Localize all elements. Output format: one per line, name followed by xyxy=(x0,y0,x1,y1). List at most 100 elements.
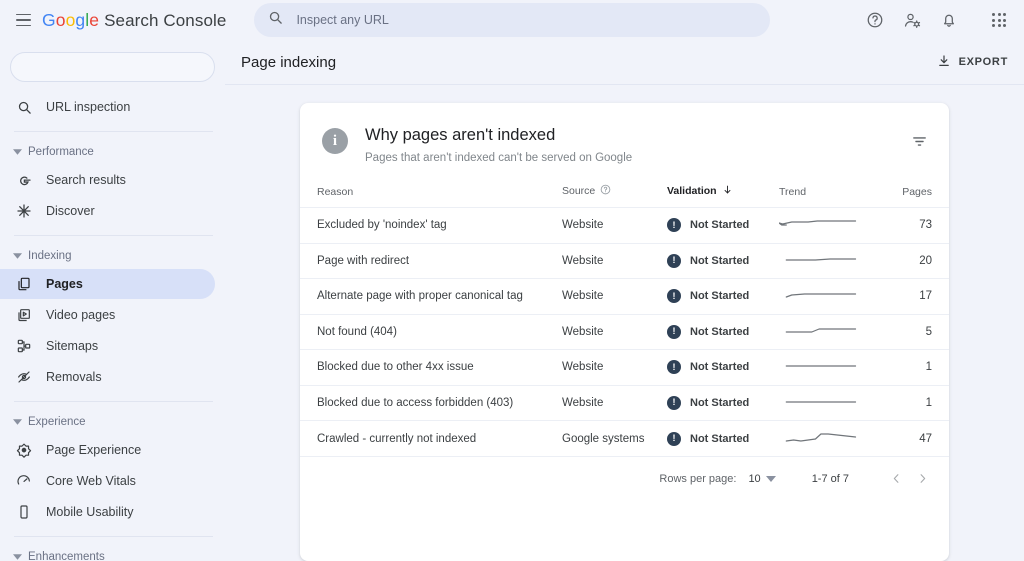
search-input-placeholder[interactable]: Inspect any URL xyxy=(296,13,388,27)
status-badge: Not Started xyxy=(690,361,749,373)
trend-sparkline xyxy=(779,325,861,339)
pages-copy-icon xyxy=(14,274,34,294)
url-inspection-search-bar[interactable]: Inspect any URL xyxy=(254,3,770,37)
sidebar-item-core-web-vitals[interactable]: Core Web Vitals xyxy=(0,466,215,496)
chevron-down-icon xyxy=(10,253,24,259)
cell-source: Website xyxy=(562,279,667,315)
cell-trend xyxy=(779,208,887,244)
column-header-validation[interactable]: Validation xyxy=(667,184,779,208)
removals-eye-off-icon xyxy=(14,367,34,387)
column-label: Validation xyxy=(667,185,717,197)
why-pages-arent-indexed-card: i Why pages aren't indexed Pages that ar… xyxy=(300,103,949,561)
hamburger-menu-icon[interactable] xyxy=(10,7,36,33)
trend-sparkline xyxy=(779,289,861,303)
chevron-down-icon xyxy=(10,554,24,560)
rows-per-page-label: Rows per page: xyxy=(659,473,736,485)
sidebar-item-sitemaps[interactable]: Sitemaps xyxy=(0,331,215,361)
table-row[interactable]: Page with redirectWebsite!Not Started20 xyxy=(300,243,949,279)
cell-validation: !Not Started xyxy=(667,314,779,350)
card-header: i Why pages aren't indexed Pages that ar… xyxy=(300,103,949,164)
sidebar-divider xyxy=(14,235,213,236)
sidebar-group-label: Indexing xyxy=(28,250,71,262)
filter-funnel-icon[interactable] xyxy=(907,129,931,153)
table-row[interactable]: Not found (404)Website!Not Started 5 xyxy=(300,314,949,350)
property-selector[interactable] xyxy=(10,52,215,82)
brand-logo[interactable]: Google Search Console xyxy=(42,10,226,31)
pagination-range: 1-7 of 7 xyxy=(812,473,849,485)
sidebar-item-label: Core Web Vitals xyxy=(46,474,136,488)
column-label: Source xyxy=(562,185,595,197)
chevron-down-icon[interactable] xyxy=(766,476,776,482)
column-header-trend[interactable]: Trend xyxy=(779,184,887,208)
cell-pages: 17 xyxy=(887,279,949,315)
alert-circle-icon: ! xyxy=(667,289,681,303)
chevron-down-icon xyxy=(10,419,24,425)
google-apps-grid-icon[interactable] xyxy=(988,9,1010,31)
sidebar-item-pages[interactable]: Pages xyxy=(0,269,215,299)
sidebar-group-performance[interactable]: Performance xyxy=(0,141,225,163)
notifications-bell-icon[interactable] xyxy=(938,9,960,31)
sidebar-item-label: URL inspection xyxy=(46,100,130,114)
google-g-icon xyxy=(14,170,34,190)
help-circle-icon[interactable] xyxy=(600,184,611,198)
sidebar-item-url-inspection[interactable]: URL inspection xyxy=(0,92,215,122)
cell-reason: Not found (404) xyxy=(300,314,562,350)
status-badge: Not Started xyxy=(690,255,749,267)
sidebar-group-enhancements[interactable]: Enhancements xyxy=(0,546,225,561)
cell-source: Website xyxy=(562,350,667,386)
trend-sparkline xyxy=(779,432,861,446)
cell-source: Website xyxy=(562,208,667,244)
help-icon[interactable] xyxy=(864,9,886,31)
sidebar-item-removals[interactable]: Removals xyxy=(0,362,215,392)
export-button[interactable]: EXPORT xyxy=(937,54,1008,71)
chevron-right-icon[interactable] xyxy=(909,466,935,492)
logo-letter-g2: g xyxy=(75,10,85,30)
content-scroll-area: i Why pages aren't indexed Pages that ar… xyxy=(225,85,1024,561)
rows-per-page-value[interactable]: 10 xyxy=(748,473,760,485)
alert-circle-icon: ! xyxy=(667,254,681,268)
sidebar-item-page-experience[interactable]: Page Experience xyxy=(0,435,215,465)
sidebar-item-mobile-usability[interactable]: Mobile Usability xyxy=(0,497,215,527)
table-row[interactable]: Excluded by 'noindex' tagWebsite!Not Sta… xyxy=(300,208,949,244)
sidebar-item-label: Sitemaps xyxy=(46,339,98,353)
column-header-pages[interactable]: Pages xyxy=(887,184,949,208)
cell-validation: ! Not Started xyxy=(667,243,779,279)
sidebar-group-experience[interactable]: Experience xyxy=(0,411,225,433)
chevron-left-icon[interactable] xyxy=(883,466,909,492)
cell-trend xyxy=(779,314,887,350)
table-row[interactable]: Blocked due to access forbidden (403)Web… xyxy=(300,385,949,421)
card-title: Why pages aren't indexed xyxy=(365,125,632,145)
mobile-usability-phone-icon xyxy=(14,502,34,522)
table-row[interactable]: Alternate page with proper canonical tag… xyxy=(300,279,949,315)
sitemaps-icon xyxy=(14,336,34,356)
cell-reason: Blocked due to access forbidden (403) xyxy=(300,385,562,421)
cell-trend xyxy=(779,421,887,457)
logo-letter-o1: o xyxy=(56,10,66,30)
table-row[interactable]: Crawled - currently not indexedGoogle sy… xyxy=(300,421,949,457)
trend-sparkline xyxy=(779,218,861,232)
google-logo: Google xyxy=(42,10,99,31)
cell-reason: Crawled - currently not indexed xyxy=(300,421,562,457)
cell-trend xyxy=(779,243,887,279)
column-header-source[interactable]: Source xyxy=(562,184,667,208)
logo-letter-g1: G xyxy=(42,10,56,30)
account-settings-icon[interactable] xyxy=(901,9,923,31)
sidebar-divider xyxy=(14,131,213,132)
trend-sparkline xyxy=(779,396,861,410)
alert-circle-icon: ! xyxy=(667,360,681,374)
sidebar-item-video-pages[interactable]: Video pages xyxy=(0,300,215,330)
cell-validation: !Not Started xyxy=(667,385,779,421)
alert-circle-icon: ! xyxy=(667,432,681,446)
column-label: Trend xyxy=(779,186,806,198)
cell-source: Website xyxy=(562,314,667,350)
sidebar-item-label: Page Experience xyxy=(46,443,141,457)
sidebar-item-discover[interactable]: Discover xyxy=(0,196,215,226)
sidebar-group-indexing[interactable]: Indexing xyxy=(0,245,225,267)
trend-sparkline xyxy=(779,254,861,268)
column-header-reason[interactable]: Reason xyxy=(300,184,562,208)
main-content: Page indexing EXPORT i Why pages aren't … xyxy=(225,40,1024,561)
cell-pages: 5 xyxy=(887,314,949,350)
table-row[interactable]: Blocked due to other 4xx issueWebsite!No… xyxy=(300,350,949,386)
sidebar-item-search-results[interactable]: Search results xyxy=(0,165,215,195)
sidebar-item-label: Removals xyxy=(46,370,102,384)
